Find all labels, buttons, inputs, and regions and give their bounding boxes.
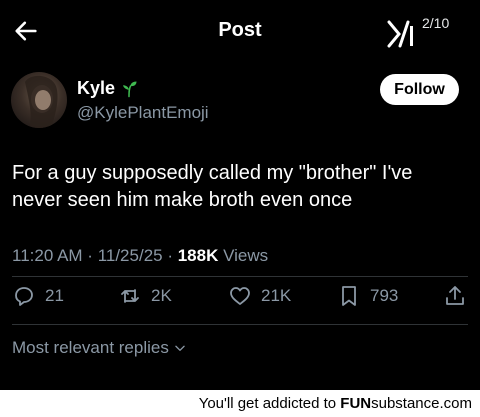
watermark-brand-rest: substance.com <box>371 395 472 412</box>
divider <box>12 324 468 325</box>
tweet-meta: 11:20 AM · 11/25/25 · 188K Views <box>12 246 268 266</box>
watermark-banner: You'll get addicted to FUNsubstance.com <box>0 390 480 417</box>
meta-separator: · <box>82 246 98 265</box>
watermark-prefix: You'll get addicted to <box>198 395 341 412</box>
share-button[interactable] <box>443 284 467 308</box>
x-logo-icon <box>387 20 413 48</box>
like-count: 21K <box>261 286 292 305</box>
like-button[interactable]: 21K <box>228 284 291 308</box>
replies-sort-dropdown[interactable]: Most relevant replies <box>12 338 187 358</box>
top-bar: Post 2/10 <box>0 0 480 58</box>
author-name-row: Kyle <box>77 78 138 99</box>
action-bar: 21 2K 21K 793 <box>0 284 480 314</box>
bookmark-button[interactable]: 793 <box>337 284 398 308</box>
tweet-time: 11:20 AM <box>12 246 83 265</box>
repost-icon <box>121 289 139 303</box>
reply-count: 21 <box>45 286 64 305</box>
avatar-portrait <box>25 75 58 128</box>
reply-button[interactable]: 21 <box>12 284 64 308</box>
like-icon <box>230 287 250 305</box>
sprout-icon <box>123 81 137 97</box>
author-name[interactable]: Kyle <box>77 78 115 99</box>
chevron-down-icon <box>175 345 185 351</box>
views-count[interactable]: 188K <box>178 246 219 265</box>
views-label: Views <box>223 246 269 265</box>
divider <box>12 276 468 277</box>
bookmark-count: 793 <box>370 286 399 305</box>
share-icon <box>446 286 464 305</box>
tweet-text: For a guy supposedly called my "brother"… <box>12 162 413 211</box>
reply-icon <box>15 287 33 306</box>
author-handle[interactable]: @KylePlantEmoji <box>77 103 209 123</box>
page-indicator: 2/10 <box>422 15 450 31</box>
tweet-date: 11/25/25 <box>97 246 163 265</box>
repost-button[interactable]: 2K <box>118 284 172 308</box>
watermark-brand-bold: FUN <box>340 395 372 412</box>
avatar[interactable] <box>11 72 67 128</box>
replies-sort-label: Most relevant replies <box>12 338 169 357</box>
follow-button[interactable]: Follow <box>380 74 459 105</box>
meta-separator: · <box>162 246 178 265</box>
bookmark-icon <box>342 286 356 306</box>
watermark-text: You'll get addicted to FUNsubstance.com <box>199 395 472 412</box>
repost-count: 2K <box>151 286 172 305</box>
